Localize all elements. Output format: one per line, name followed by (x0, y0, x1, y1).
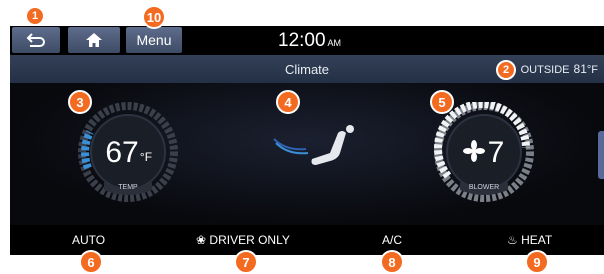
callout-4: 4 (276, 90, 300, 114)
top-bar: Menu 12:00 AM (10, 26, 604, 55)
outside-temp-unit: °F (586, 64, 598, 76)
menu-button[interactable]: Menu (126, 27, 182, 53)
callout-9: 9 (525, 250, 549, 274)
callout-6: 6 (79, 250, 103, 274)
menu-label: Menu (136, 32, 172, 48)
callout-3: 3 (68, 90, 92, 114)
seat-airflow-icon[interactable] (272, 123, 362, 173)
clock-ampm: AM (327, 38, 342, 48)
clock: 12:00 AM (278, 30, 341, 52)
ac-label: A/C (382, 233, 403, 247)
home-icon (86, 33, 102, 47)
callout-7: 7 (234, 250, 258, 274)
callout-1: 1 (25, 6, 45, 26)
callout-2: 2 (496, 60, 516, 80)
clock-time: 12:00 (278, 30, 326, 51)
temp-dial[interactable]: 67 °F TEMP (78, 102, 178, 202)
bottom-bar: AUTO ❀ DRIVER ONLY A/C ♨ HEAT (10, 225, 604, 255)
callout-5: 5 (430, 90, 454, 114)
temp-value: 67 (105, 136, 138, 169)
driver-only-label: DRIVER ONLY (209, 233, 290, 247)
fan-icon: ❀ (196, 233, 207, 247)
heat-label: HEAT (521, 233, 553, 247)
callout-10: 10 (142, 5, 166, 29)
back-button[interactable] (12, 27, 60, 53)
outside-temperature: OUTSIDE 81°F (521, 62, 598, 76)
temp-unit: °F (140, 150, 152, 164)
blower-label: BLOWER (469, 184, 499, 191)
ac-button[interactable]: A/C (382, 233, 402, 247)
climate-main: 67 °F TEMP 7 BLOWER (10, 83, 604, 225)
climate-screen: Menu 12:00 AM Climate OUTSIDE 81°F 67 °F T… (10, 26, 604, 255)
back-arrow-icon (26, 33, 45, 47)
heat-button[interactable]: ♨ HEAT (507, 233, 552, 247)
temp-label: TEMP (118, 184, 138, 191)
blower-dial[interactable]: 7 BLOWER (434, 100, 534, 202)
outside-label: OUTSIDE (520, 64, 570, 76)
blower-value: 7 (488, 136, 505, 169)
heat-icon: ♨ (507, 233, 518, 247)
callout-8: 8 (380, 250, 404, 274)
outside-temp-value: 81 (573, 62, 587, 76)
auto-button[interactable]: AUTO (72, 233, 105, 247)
side-panel-handle[interactable] (598, 131, 604, 179)
auto-label: AUTO (72, 233, 106, 247)
driver-only-button[interactable]: ❀ DRIVER ONLY (196, 233, 290, 247)
home-button[interactable] (68, 27, 120, 53)
